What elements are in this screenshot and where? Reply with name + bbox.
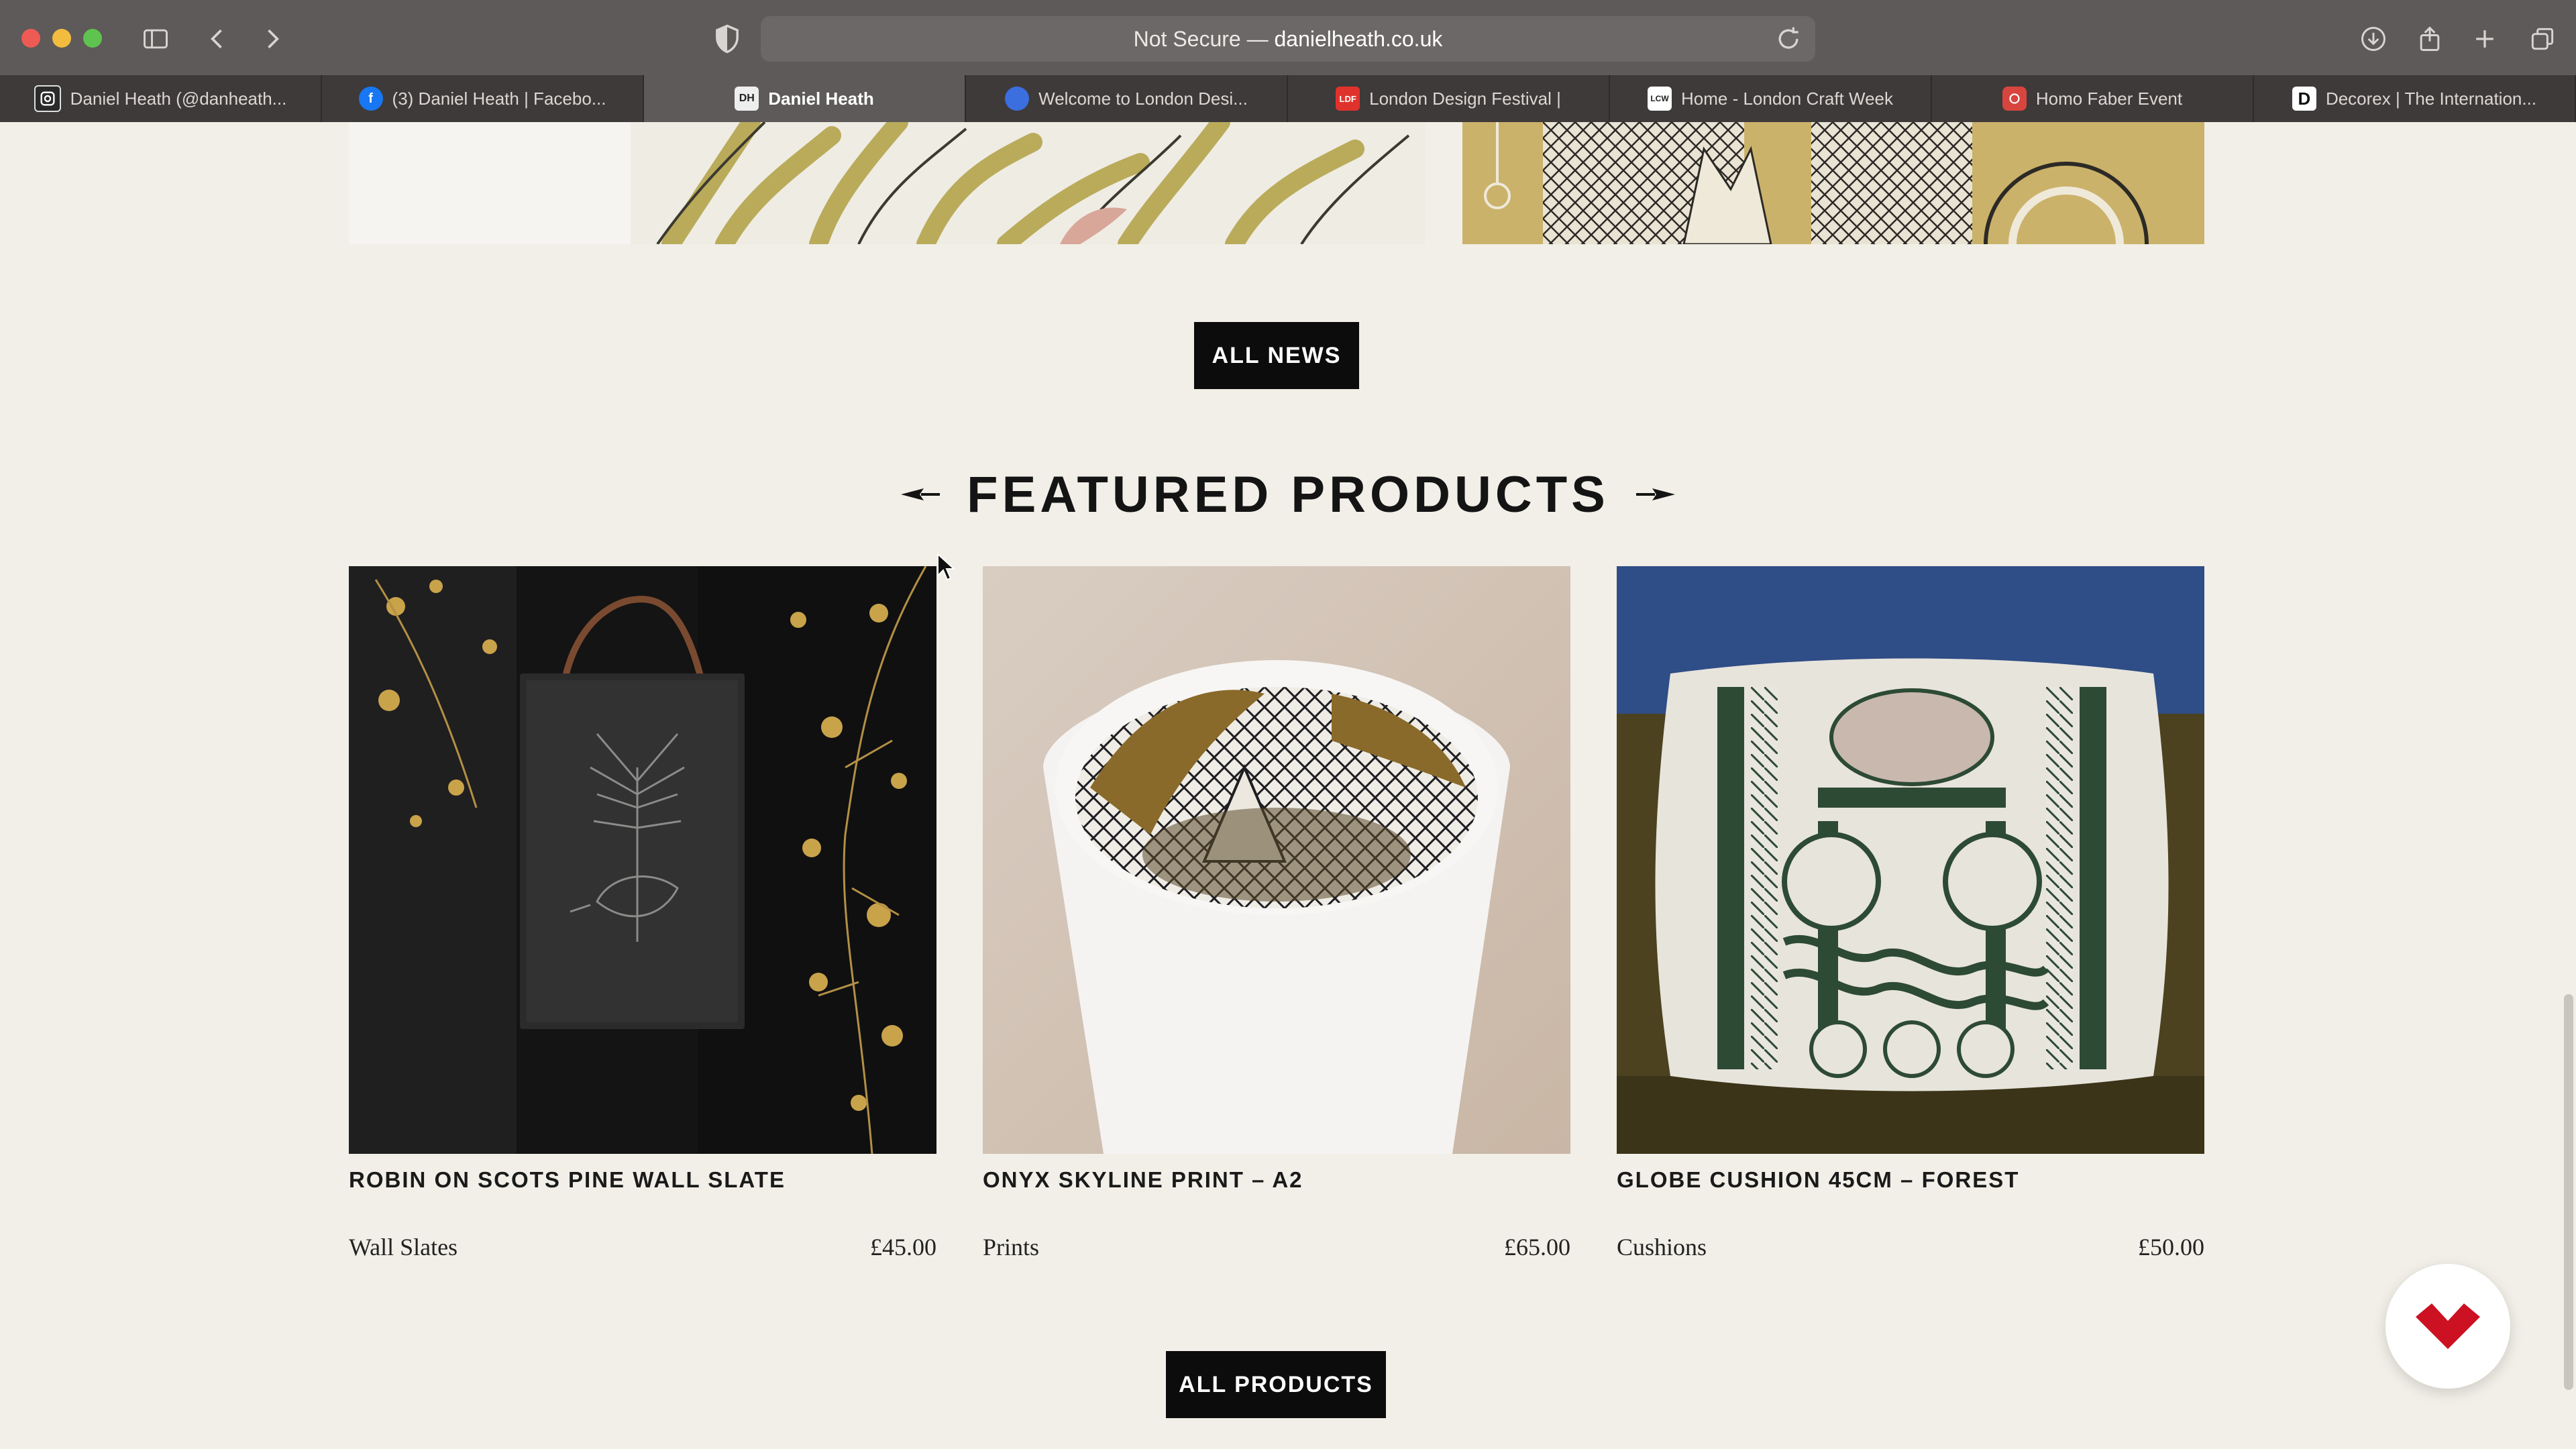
product-meta: Cushions £50.00: [1617, 1233, 2204, 1261]
product-price: £45.00: [870, 1234, 936, 1260]
downloads-icon[interactable]: [2355, 20, 2392, 58]
tab-daniel-heath[interactable]: DH Daniel Heath: [644, 75, 966, 122]
mouse-cursor-icon: [937, 553, 955, 581]
product-category[interactable]: Wall Slates: [349, 1233, 458, 1261]
back-icon[interactable]: [199, 20, 236, 58]
daniel-heath-icon: DH: [735, 87, 759, 111]
product-image-wall-slate[interactable]: [349, 566, 936, 1154]
url-domain: danielheath.co.uk: [1274, 26, 1443, 51]
share-icon[interactable]: [2411, 20, 2449, 58]
reload-icon[interactable]: [1774, 24, 1803, 54]
url-prefix: Not Secure —: [1133, 26, 1275, 51]
tab-overview-icon[interactable]: [2524, 20, 2561, 58]
tab-london-craft-week[interactable]: LCW Home - London Craft Week: [1610, 75, 1932, 122]
tab-label: London Design Festival |: [1369, 88, 1561, 109]
tab-label: Daniel Heath (@danheath...: [70, 88, 287, 109]
lcw-icon: LCW: [1648, 87, 1672, 111]
decorex-icon: D: [2292, 87, 2316, 111]
tab-label: Home - London Craft Week: [1681, 88, 1893, 109]
tab-bar: Daniel Heath (@danheath... f (3) Daniel …: [0, 75, 2576, 122]
tab-london-design[interactable]: Welcome to London Desi...: [966, 75, 1288, 122]
zoom-window-button[interactable]: [83, 29, 102, 48]
tab-label: Homo Faber Event: [2035, 88, 2183, 109]
news-image-botanical[interactable]: [349, 122, 1425, 244]
instagram-icon: [34, 85, 61, 112]
product-name[interactable]: GLOBE CUSHION 45CM – FOREST: [1617, 1167, 2204, 1193]
all-products-button[interactable]: ALL PRODUCTS: [1166, 1351, 1386, 1418]
web-page: ALL NEWS FEATURED PRODUCTS ROBIN ON SCOT…: [0, 122, 2576, 1449]
privacy-shield-icon[interactable]: [710, 21, 745, 56]
page-scrollbar[interactable]: [2564, 994, 2573, 1390]
tab-homo-faber[interactable]: Homo Faber Event: [1932, 75, 2254, 122]
tab-label: Daniel Heath: [768, 88, 874, 109]
product-card-onyx-print[interactable]: ONYX SKYLINE PRINT – A2 Prints £65.00: [983, 566, 1570, 1261]
london-design-icon: [1005, 87, 1030, 111]
sidebar-toggle-icon[interactable]: [137, 20, 174, 58]
right-arrow-ornament-icon: [1635, 488, 1675, 500]
homo-faber-icon: [2002, 87, 2027, 111]
chat-widget-button[interactable]: [2385, 1264, 2510, 1389]
product-meta: Wall Slates £45.00: [349, 1233, 936, 1261]
new-tab-icon[interactable]: [2466, 20, 2504, 58]
all-news-button[interactable]: ALL NEWS: [1194, 322, 1359, 389]
forward-icon[interactable]: [254, 20, 291, 58]
product-category[interactable]: Prints: [983, 1233, 1039, 1261]
product-card-wall-slate[interactable]: ROBIN ON SCOTS PINE WALL SLATE Wall Slat…: [349, 566, 936, 1261]
product-meta: Prints £65.00: [983, 1233, 1570, 1261]
tab-instagram[interactable]: Daniel Heath (@danheath...: [0, 75, 322, 122]
news-image-art-deco[interactable]: [1462, 122, 2204, 244]
product-name[interactable]: ONYX SKYLINE PRINT – A2: [983, 1167, 1570, 1193]
chat-logo-icon: [2416, 1303, 2480, 1349]
product-price: £65.00: [1504, 1234, 1570, 1260]
product-category[interactable]: Cushions: [1617, 1233, 1707, 1261]
facebook-icon: f: [358, 87, 383, 111]
left-arrow-ornament-icon: [901, 488, 941, 500]
tab-london-design-festival[interactable]: LDF London Design Festival |: [1288, 75, 1610, 122]
section-title: FEATURED PRODUCTS: [967, 466, 1609, 523]
tab-label: Welcome to London Desi...: [1038, 88, 1248, 109]
all-products-label: ALL PRODUCTS: [1179, 1371, 1373, 1397]
product-card-globe-cushion[interactable]: GLOBE CUSHION 45CM – FOREST Cushions £50…: [1617, 566, 2204, 1261]
tab-facebook[interactable]: f (3) Daniel Heath | Facebo...: [322, 75, 644, 122]
featured-products-heading: FEATURED PRODUCTS: [872, 458, 1704, 531]
minimize-window-button[interactable]: [52, 29, 71, 48]
product-price: £50.00: [2138, 1234, 2204, 1260]
product-image-onyx-print[interactable]: [983, 566, 1570, 1154]
product-image-globe-cushion[interactable]: [1617, 566, 2204, 1154]
product-name[interactable]: ROBIN ON SCOTS PINE WALL SLATE: [349, 1167, 936, 1193]
tab-label: Decorex | The Internation...: [2325, 88, 2537, 109]
address-bar[interactable]: Not Secure — danielheath.co.uk: [761, 16, 1815, 62]
all-news-label: ALL NEWS: [1212, 342, 1342, 368]
close-window-button[interactable]: [21, 29, 40, 48]
tab-label: (3) Daniel Heath | Facebo...: [392, 88, 606, 109]
browser-toolbar: Not Secure — danielheath.co.uk: [0, 0, 2576, 75]
ldf-icon: LDF: [1336, 87, 1360, 111]
tab-decorex[interactable]: D Decorex | The Internation...: [2254, 75, 2576, 122]
